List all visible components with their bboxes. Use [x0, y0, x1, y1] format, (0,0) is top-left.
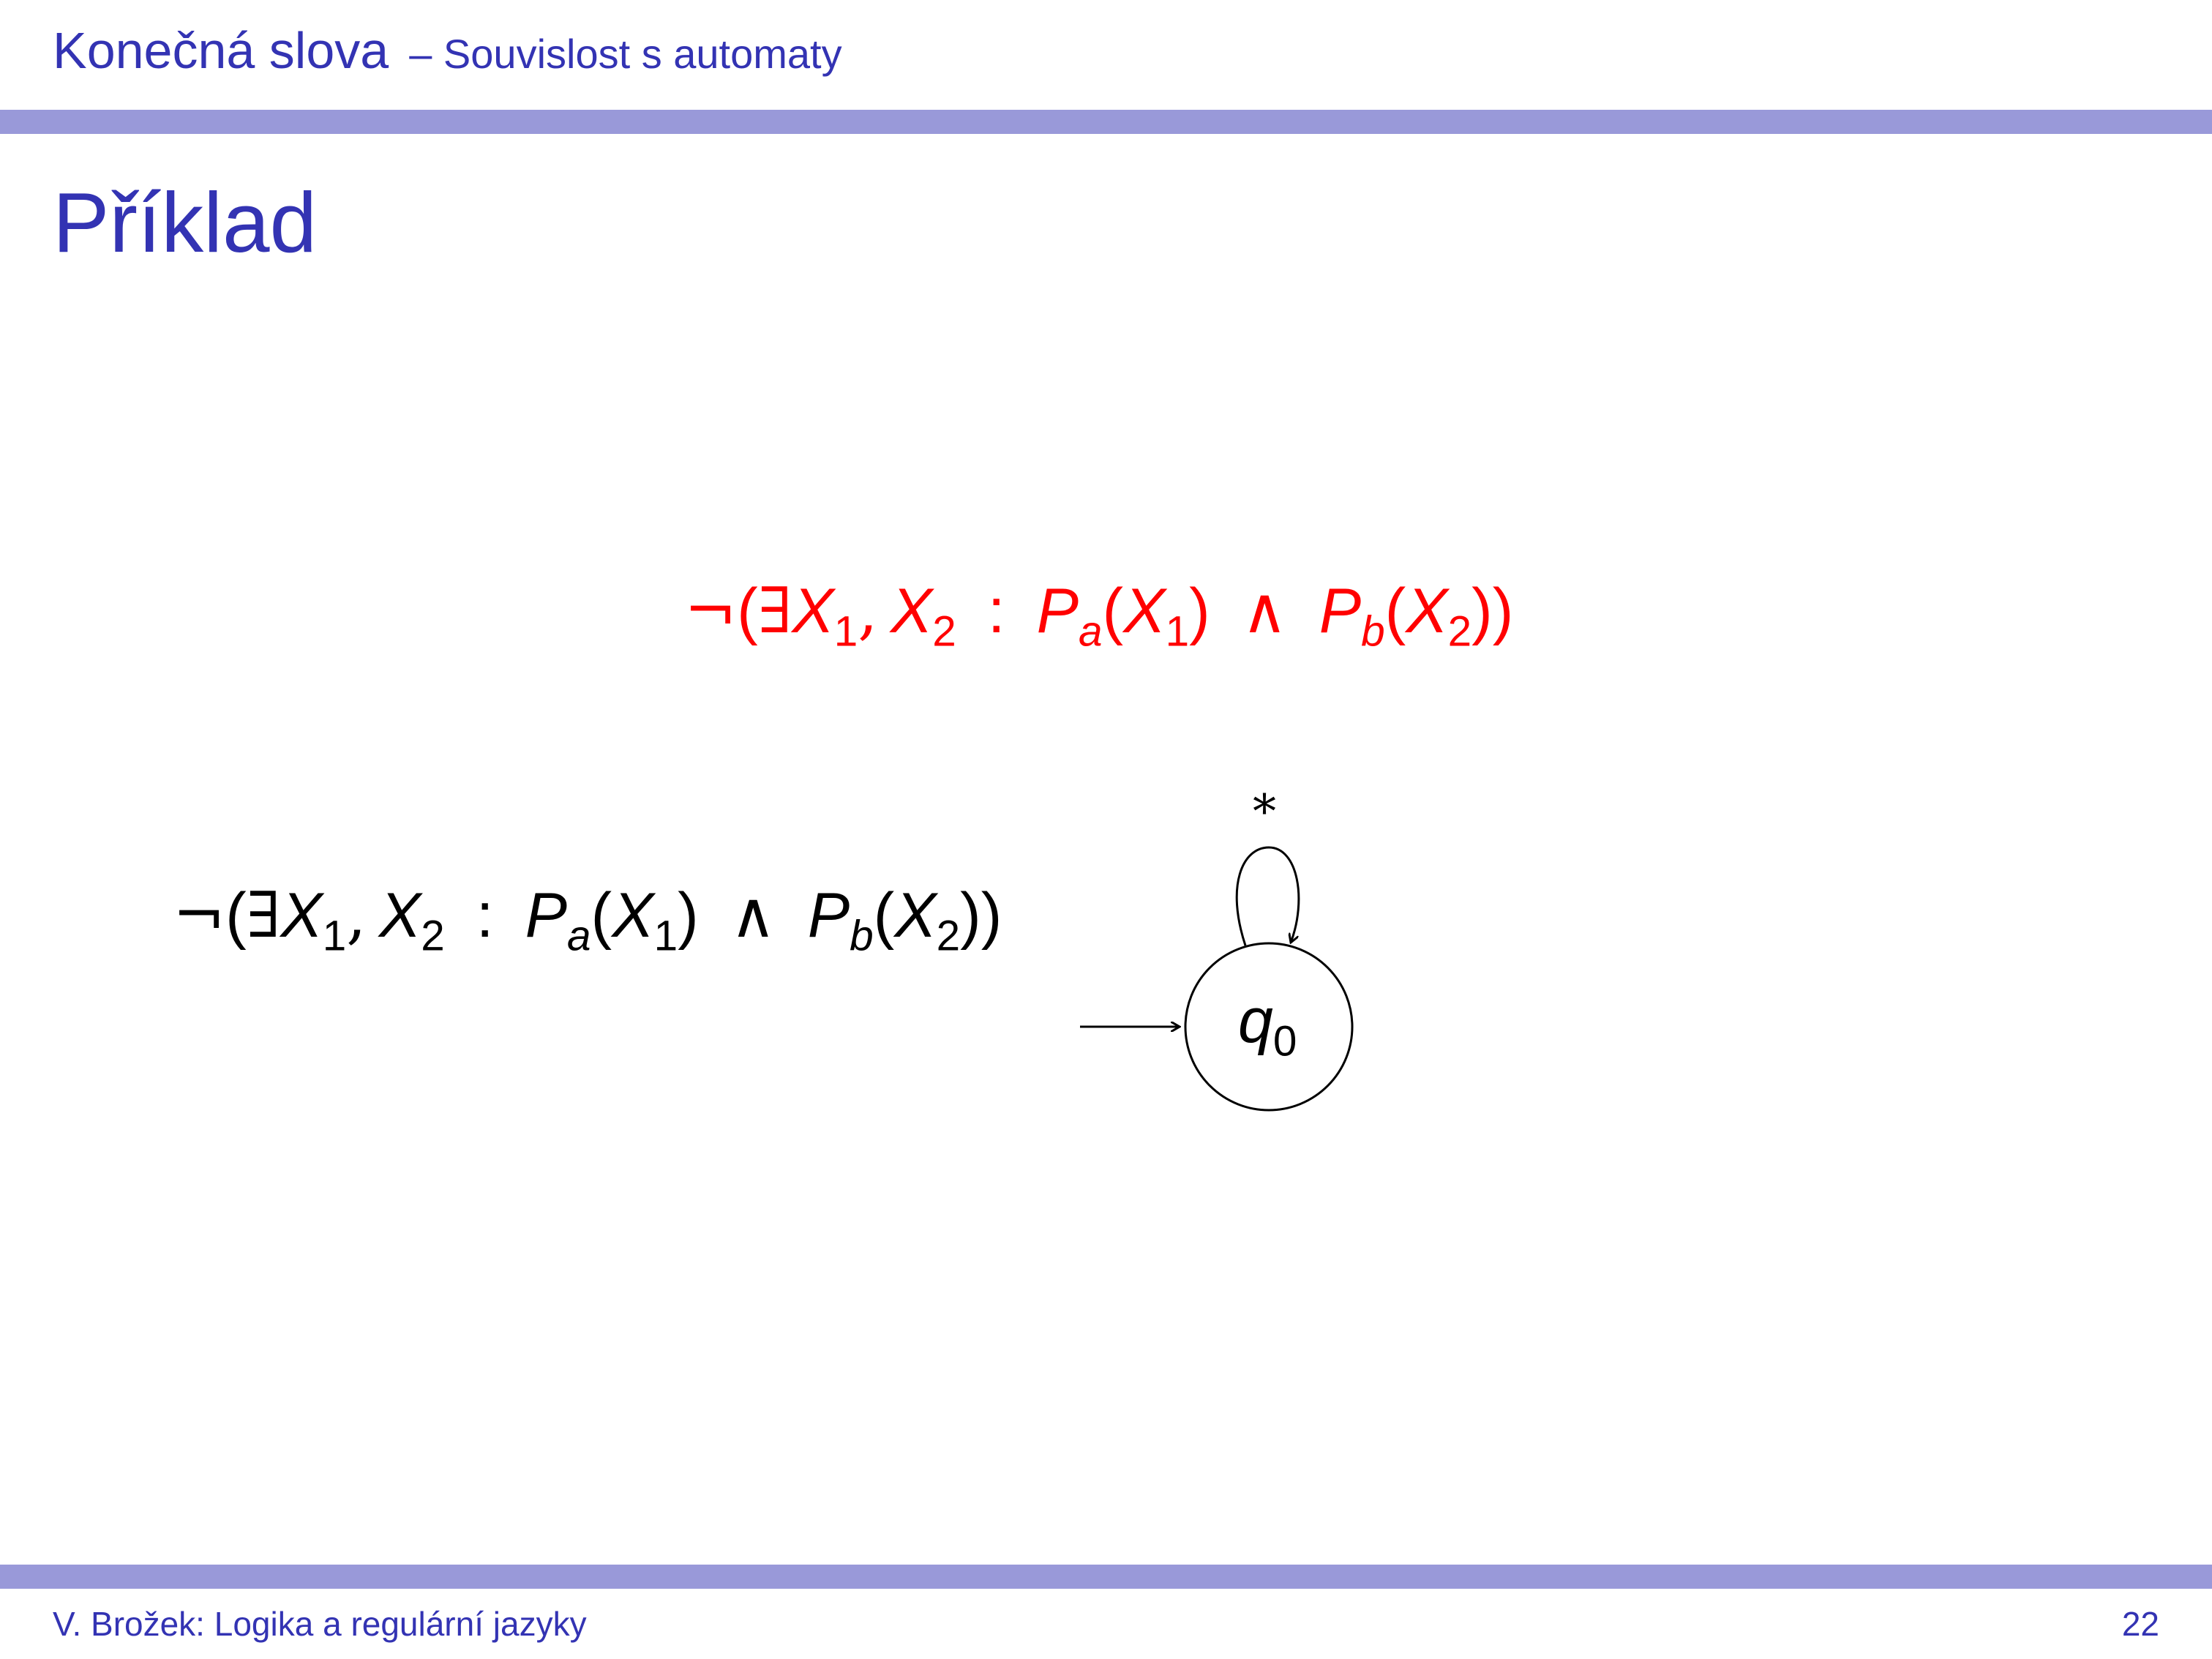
sub-2: 2: [1447, 607, 1472, 656]
page-number: 22: [2121, 1605, 2159, 1643]
open-paren: (: [591, 880, 612, 951]
formula-main: ¬(∃X1, X2 : Pa(X1) ∧ Pb(X2)): [173, 884, 1002, 957]
sub-2: 2: [936, 912, 961, 960]
open-paren: (: [1102, 576, 1124, 646]
state-index: 0: [1272, 1017, 1297, 1066]
colon: :: [987, 576, 1005, 646]
pred-pa: P: [525, 880, 568, 951]
open-paren: (: [225, 880, 247, 951]
header-bar: [0, 110, 2212, 134]
close-paren: ): [1189, 576, 1210, 646]
sub-1: 1: [1165, 607, 1190, 656]
state-q0-label: q0: [1238, 989, 1297, 1063]
close-parens: )): [1471, 576, 1514, 646]
header-section: Konečná slova: [53, 22, 389, 79]
self-loop-edge: [1235, 846, 1300, 946]
var-x2: X: [890, 576, 933, 646]
sub-b: b: [850, 912, 874, 960]
formula-highlighted: ¬(∃X1, X2 : Pa(X1) ∧ Pb(X2)): [684, 580, 1513, 653]
exists-symbol: ∃: [246, 879, 281, 952]
var-x1: X: [612, 880, 654, 951]
comma: ,: [346, 879, 367, 952]
automaton-diagram: [1080, 846, 1354, 1112]
footer-author-title: V. Brožek: Logika a regulární jazyky: [53, 1605, 587, 1643]
sub-1: 1: [653, 912, 678, 960]
footer-bar: [0, 1565, 2212, 1589]
neg-symbol: ¬: [684, 574, 738, 648]
var-x2: X: [378, 880, 421, 951]
close-parens: )): [960, 880, 1002, 951]
var-x1: X: [1123, 576, 1166, 646]
sub-1: 1: [322, 912, 347, 960]
pred-pa: P: [1036, 576, 1079, 646]
var-x1: X: [280, 880, 323, 951]
sub-a: a: [567, 912, 591, 960]
sub-a: a: [1079, 607, 1103, 656]
close-paren: ): [678, 880, 699, 951]
var-x2: X: [1406, 576, 1448, 646]
open-paren: (: [1384, 576, 1406, 646]
frame-title: Příklad: [53, 175, 318, 270]
pred-pb: P: [1319, 576, 1362, 646]
pred-pb: P: [807, 880, 850, 951]
and-symbol: ∧: [1241, 574, 1288, 648]
state-var: q: [1238, 986, 1273, 1056]
sub-2: 2: [932, 607, 956, 656]
var-x1: X: [792, 576, 834, 646]
open-paren: (: [737, 576, 758, 646]
open-paren: (: [873, 880, 895, 951]
loop-label: *: [1253, 785, 1276, 839]
header-title: Konečná slova – Souvislost s automaty: [53, 25, 842, 76]
and-symbol: ∧: [730, 879, 776, 952]
sub-b: b: [1361, 607, 1385, 656]
sub-2: 2: [421, 912, 445, 960]
exists-symbol: ∃: [757, 574, 792, 648]
neg-symbol: ¬: [173, 879, 226, 952]
slide-header: Konečná slova – Souvislost s automaty: [0, 0, 2212, 110]
colon: :: [476, 880, 494, 951]
header-subsection: – Souvislost s automaty: [409, 31, 842, 77]
sub-1: 1: [833, 607, 858, 656]
var-x2: X: [894, 880, 937, 951]
comma: ,: [858, 574, 878, 648]
